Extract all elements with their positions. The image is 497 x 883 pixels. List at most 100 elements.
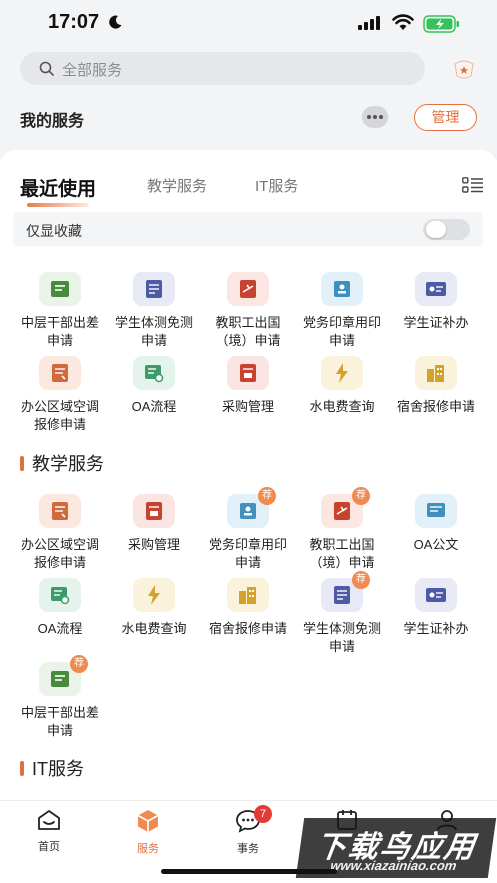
seal-icon-glyph	[334, 281, 350, 297]
student-card-icon-glyph	[426, 588, 446, 602]
student-card-icon	[415, 578, 457, 612]
service-item[interactable]: 学生体测免测申请	[107, 272, 201, 350]
service-item-label: 采购管理	[221, 399, 274, 414]
oa-flow-icon-glyph	[51, 587, 70, 605]
section-title-it: IT服务	[20, 755, 84, 781]
nav-label: 服务	[137, 843, 159, 855]
dorm-repair-icon-glyph	[239, 587, 256, 604]
service-item[interactable]: 荐党务印章用印申请	[201, 487, 295, 572]
ac-repair-icon	[39, 494, 81, 528]
oa-document-icon	[415, 494, 457, 528]
service-item-label: OA流程	[131, 399, 177, 414]
nav-label: 事务	[237, 843, 259, 855]
home-indicator	[161, 869, 337, 874]
service-item[interactable]: 党务印章用印申请	[295, 272, 389, 350]
toggle-knob	[426, 221, 446, 238]
tab-recent[interactable]: 最近使用	[20, 174, 96, 201]
section-title-teaching: 教学服务	[20, 450, 104, 476]
favorites-toggle[interactable]	[423, 219, 470, 240]
service-item-label: 采购管理	[127, 537, 180, 552]
oa-flow-icon	[133, 356, 175, 390]
service-item[interactable]: 荐教职工出国（境）申请	[295, 487, 389, 572]
purchase-icon	[133, 494, 175, 528]
cadre-travel-icon	[39, 272, 81, 306]
section-title-text: IT服务	[32, 759, 84, 779]
service-item-label: 宿舍报修申请	[396, 399, 475, 414]
service-item[interactable]: 教职工出国（境）申请	[201, 272, 295, 350]
seal-icon	[321, 272, 363, 306]
cadre-travel-icon-glyph	[51, 671, 69, 687]
service-item[interactable]: 中层干部出差申请	[13, 272, 107, 350]
signal-icon	[358, 16, 380, 30]
home-icon	[38, 810, 60, 830]
student-card-icon-glyph	[426, 282, 446, 296]
mascot-icon[interactable]	[452, 58, 476, 80]
cadre-travel-icon-glyph	[51, 281, 69, 297]
service-item[interactable]: 宿舍报修申请	[201, 578, 295, 638]
my-services-title: 我的服务	[20, 113, 85, 130]
status-time: 17:07	[48, 11, 100, 33]
abroad-icon-glyph	[334, 502, 350, 520]
search-icon	[39, 61, 54, 76]
recommend-badge: 荐	[352, 571, 370, 589]
abroad-icon-glyph	[240, 280, 256, 298]
purchase-icon	[227, 356, 269, 390]
more-button[interactable]	[362, 106, 388, 128]
service-item[interactable]: OA流程	[13, 578, 107, 638]
tab-teaching[interactable]: 教学服务	[147, 175, 207, 196]
nav-services[interactable]: 服务	[118, 809, 178, 856]
service-item-label: 水电费查询	[309, 399, 375, 414]
favorites-filter-label: 仅显收藏	[26, 223, 82, 239]
abroad-icon	[227, 272, 269, 306]
service-item-label: 学生体测免测申请	[114, 315, 193, 348]
service-item[interactable]: 采购管理	[201, 356, 295, 416]
recommend-badge: 荐	[70, 655, 88, 673]
service-item[interactable]: OA公文	[389, 494, 483, 554]
list-view-icon[interactable]	[462, 177, 484, 193]
service-item[interactable]: 宿舍报修申请	[389, 356, 483, 416]
dorm-repair-icon	[227, 578, 269, 612]
service-item[interactable]: 水电费查询	[295, 356, 389, 416]
service-item[interactable]: 学生证补办	[389, 578, 483, 638]
service-item-label: 中层干部出差申请	[20, 315, 99, 348]
utility-bill-icon	[321, 356, 363, 390]
battery-icon	[423, 15, 459, 33]
service-item-label: 办公区域空调报修申请	[20, 399, 99, 432]
ac-repair-icon-glyph	[52, 502, 68, 520]
oa-flow-icon-glyph	[145, 365, 164, 383]
service-item[interactable]: 荐学生体测免测申请	[295, 571, 389, 656]
notification-badge: 7	[254, 805, 272, 823]
service-item-label: 党务印章用印申请	[208, 537, 287, 570]
service-item[interactable]: 水电费查询	[107, 578, 201, 638]
utility-bill-icon-glyph	[336, 363, 348, 383]
seal-icon: 荐	[227, 487, 276, 528]
service-item-label: OA公文	[413, 537, 459, 552]
cadre-travel-icon: 荐	[39, 655, 88, 696]
service-item-label: 学生体测免测申请	[302, 621, 381, 654]
nav-home[interactable]: 首页	[19, 809, 79, 854]
search-placeholder: 全部服务	[62, 62, 123, 79]
service-item[interactable]: 荐中层干部出差申请	[13, 655, 107, 740]
service-item[interactable]: 办公区域空调报修申请	[13, 494, 107, 572]
dorm-repair-icon	[415, 356, 457, 390]
service-item[interactable]: 办公区域空调报修申请	[13, 356, 107, 434]
purchase-icon-glyph	[240, 364, 256, 382]
ac-repair-icon-glyph	[52, 364, 68, 382]
service-item[interactable]: 采购管理	[107, 494, 201, 554]
purchase-icon-glyph	[146, 502, 162, 520]
service-item-label: 宿舍报修申请	[208, 621, 287, 636]
manage-button[interactable]: 管理	[414, 104, 477, 131]
service-item[interactable]: OA流程	[107, 356, 201, 416]
tab-it[interactable]: IT服务	[255, 175, 298, 196]
service-item-label: OA流程	[37, 621, 83, 636]
fitness-exempt-icon-glyph	[334, 586, 350, 604]
nav-affairs[interactable]: 7 事务	[218, 805, 278, 856]
service-item-label: 党务印章用印申请	[302, 315, 381, 348]
service-item[interactable]: 学生证补办	[389, 272, 483, 332]
section-bar	[20, 456, 24, 471]
service-item-label: 水电费查询	[121, 621, 187, 636]
search-input[interactable]: 全部服务	[20, 52, 425, 85]
dorm-repair-icon-glyph	[427, 365, 444, 382]
abroad-icon: 荐	[321, 487, 370, 528]
utility-bill-icon	[133, 578, 175, 612]
